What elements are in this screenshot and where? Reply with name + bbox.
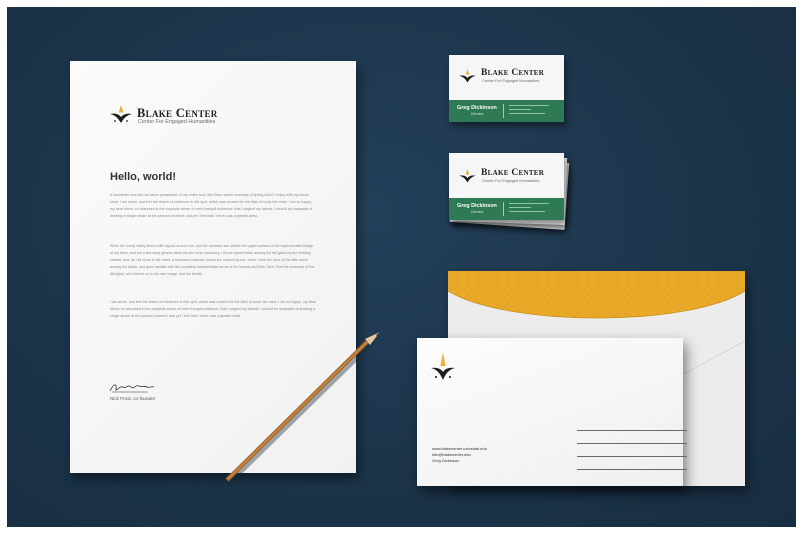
envelope-address-rule xyxy=(577,469,687,470)
envelope-address-line-3: Greg Dickinson xyxy=(432,458,460,463)
envelope-address-rule xyxy=(577,443,687,444)
card-brand-name: Blake Center xyxy=(481,168,545,178)
business-card-single: Blake Center Center For Engaged Humaniti… xyxy=(449,55,564,122)
card-green-band: Greg Dickinson Director xyxy=(449,100,564,122)
card-contact-line xyxy=(509,203,549,205)
card-contact-line xyxy=(509,207,531,209)
card-contact-line xyxy=(509,113,545,115)
envelope-address-rule xyxy=(577,456,687,457)
card-brand-tagline: Center For Engaged Humanities xyxy=(482,78,540,83)
envelope-address-line-1: www.blakecenter.colostate.edu xyxy=(432,446,487,451)
card-contact-line xyxy=(509,105,549,107)
star-bird-mark-icon xyxy=(431,352,455,380)
business-card-stack-top: Blake Center Center For Engaged Humaniti… xyxy=(449,153,564,220)
mockup-scene: Blake Center Center For Engaged Humaniti… xyxy=(7,7,796,527)
card-green-band: Greg Dickinson Director xyxy=(449,198,564,220)
card-person-name: Greg Dickinson xyxy=(457,203,497,209)
card-brand-name: Blake Center xyxy=(481,68,545,78)
star-bird-mark-icon xyxy=(459,169,476,183)
envelope-front: www.blakecenter.colostate.edu info@blake… xyxy=(417,338,687,486)
card-contact-line xyxy=(509,109,531,111)
star-bird-mark-icon xyxy=(459,69,476,83)
card-divider xyxy=(503,104,504,118)
card-person-name: Greg Dickinson xyxy=(457,105,497,111)
envelope-address-line-2: info@blakecenter.edu xyxy=(432,452,471,457)
card-person-title: Director xyxy=(471,112,484,116)
card-contact-line xyxy=(509,211,545,213)
card-brand-tagline: Center For Engaged Humanities xyxy=(482,178,540,183)
card-person-title: Director xyxy=(471,210,484,214)
envelope-address-rule xyxy=(577,430,687,431)
card-divider xyxy=(503,202,504,216)
